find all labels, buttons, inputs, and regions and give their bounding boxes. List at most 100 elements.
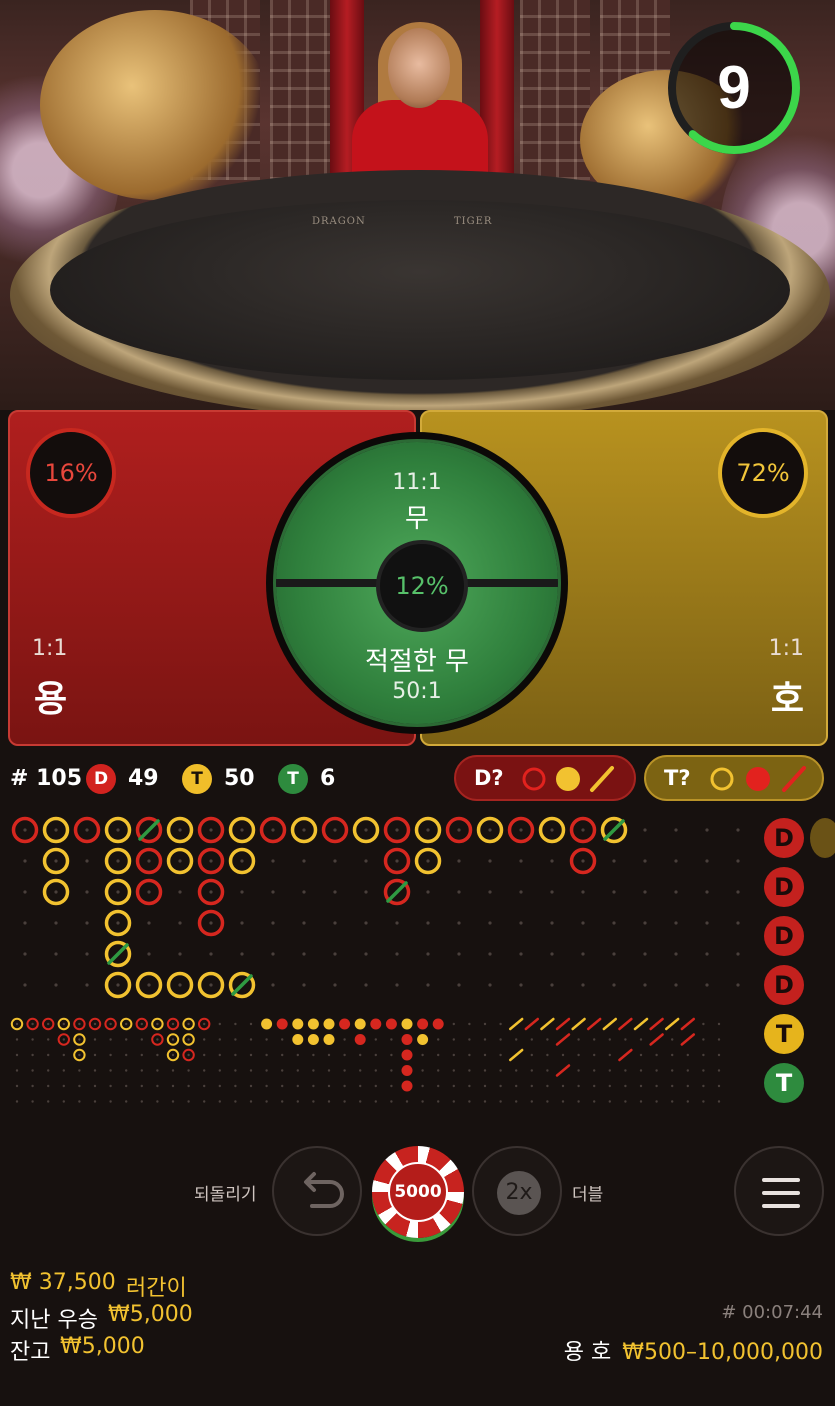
grid-dot	[577, 1084, 580, 1088]
background-lattice	[520, 0, 590, 180]
grid-dot	[655, 1084, 658, 1088]
grid-dot	[581, 828, 585, 832]
grid-dot	[85, 921, 89, 925]
grid-dot	[593, 1069, 596, 1072]
grid-dot	[374, 1100, 377, 1103]
grid-dot	[125, 1069, 128, 1072]
grid-dot	[359, 1069, 362, 1072]
grid-dot	[240, 890, 244, 894]
undo-button[interactable]	[272, 1146, 362, 1236]
grid-dot	[364, 890, 368, 894]
grid-dot	[421, 1069, 424, 1072]
last-win-amount: ₩5,000	[108, 1302, 193, 1327]
grid-dot	[31, 1084, 34, 1088]
derived-road-mark	[401, 1065, 413, 1076]
grid-dot	[550, 952, 554, 956]
grid-dot	[643, 952, 647, 956]
double-button[interactable]: 2x	[472, 1146, 562, 1236]
grid-dot	[125, 1038, 128, 1041]
grid-dot	[171, 1100, 175, 1103]
grid-dot	[643, 828, 647, 832]
grid-dot	[437, 1038, 440, 1041]
grid-dot	[364, 952, 368, 956]
grid-dot	[296, 1069, 299, 1072]
grid-dot	[109, 1053, 112, 1057]
grid-dot	[364, 921, 368, 925]
grid-dot	[302, 828, 306, 832]
dragon-odds: 1:1	[32, 636, 68, 661]
grid-dot	[671, 1038, 674, 1041]
grid-dot	[405, 1100, 409, 1103]
grid-dot	[54, 983, 58, 987]
grid-dot	[47, 1038, 50, 1041]
tie-label: 무	[405, 504, 429, 534]
hamburger-menu-icon	[762, 1178, 800, 1208]
grid-dot	[702, 1022, 705, 1026]
derived-road-mark	[508, 1017, 524, 1031]
grid-dot	[265, 1100, 268, 1103]
derived-road-mark	[385, 1018, 397, 1030]
roadmap-side-badge: D	[764, 867, 804, 907]
grid-dot	[488, 983, 492, 987]
chip-5000[interactable]: 5000	[372, 1146, 464, 1238]
grid-dot	[736, 952, 740, 956]
dragon-predict-button[interactable]: D?	[454, 755, 636, 801]
grid-dot	[234, 1084, 237, 1088]
dragon-label: 용	[34, 679, 68, 720]
grid-dot	[593, 1053, 596, 1057]
grid-dot	[203, 1038, 206, 1041]
derived-road-mark	[524, 1017, 540, 1031]
grid-dot	[655, 1069, 658, 1072]
grid-dot	[550, 828, 554, 832]
roadmap: D D D D T T	[0, 812, 835, 1112]
grid-dot	[156, 1100, 159, 1103]
derived-road-mark	[370, 1018, 382, 1030]
grid-dot	[437, 1084, 440, 1088]
grid-dot	[686, 1069, 689, 1072]
grid-dot	[265, 1038, 268, 1041]
grid-dot	[608, 1100, 611, 1103]
grid-dot	[577, 1069, 580, 1072]
grid-dot	[333, 952, 337, 956]
bet-area: 16% 1:1 용 72% 1:1 호 11:1 무 적절한 무 50:1 12…	[8, 410, 828, 746]
grid-dot	[452, 1053, 455, 1057]
menu-button[interactable]	[734, 1146, 824, 1236]
grid-dot	[612, 859, 616, 863]
grid-dot	[93, 1053, 97, 1057]
grid-dot	[608, 1084, 611, 1088]
grid-dot	[546, 1069, 549, 1072]
grid-dot	[271, 921, 275, 925]
grid-dot	[546, 1053, 549, 1057]
grid-dot	[705, 859, 709, 863]
grid-dot	[452, 1100, 455, 1103]
grid-dot	[624, 1084, 627, 1088]
bet-limits-amount: ₩500–10,000,000	[622, 1340, 823, 1365]
bet-limits-label: 용 호	[563, 1340, 612, 1365]
derived-road-mark	[323, 1018, 335, 1030]
grid-dot	[302, 952, 306, 956]
dragon-predict-icons	[522, 766, 614, 792]
round-number: # 105	[10, 766, 83, 791]
controls: 되돌리기 5000 2x 더블	[0, 1140, 835, 1250]
grid-dot	[437, 1053, 440, 1057]
grid-dot	[519, 828, 523, 832]
grid-dot	[395, 921, 399, 925]
grid-dot	[624, 1038, 627, 1041]
grid-dot	[702, 1053, 705, 1057]
grid-dot	[530, 1038, 533, 1041]
grid-dot	[209, 828, 213, 832]
derived-road-mark	[555, 1064, 571, 1077]
derived-road-mark	[649, 1033, 664, 1046]
tiger-predict-button[interactable]: T?	[644, 755, 824, 801]
grid-dot	[125, 1084, 128, 1088]
grid-dot	[499, 1100, 502, 1103]
grid-dot	[671, 1100, 674, 1103]
grid-dot	[468, 1053, 471, 1057]
grid-dot	[296, 1084, 299, 1088]
derived-road-mark	[680, 1033, 696, 1046]
grid-dot	[359, 1053, 362, 1057]
grid-dot	[47, 1069, 50, 1072]
grid-dot	[125, 1100, 128, 1103]
grid-dot	[62, 1100, 65, 1103]
grid-dot	[359, 1100, 362, 1103]
